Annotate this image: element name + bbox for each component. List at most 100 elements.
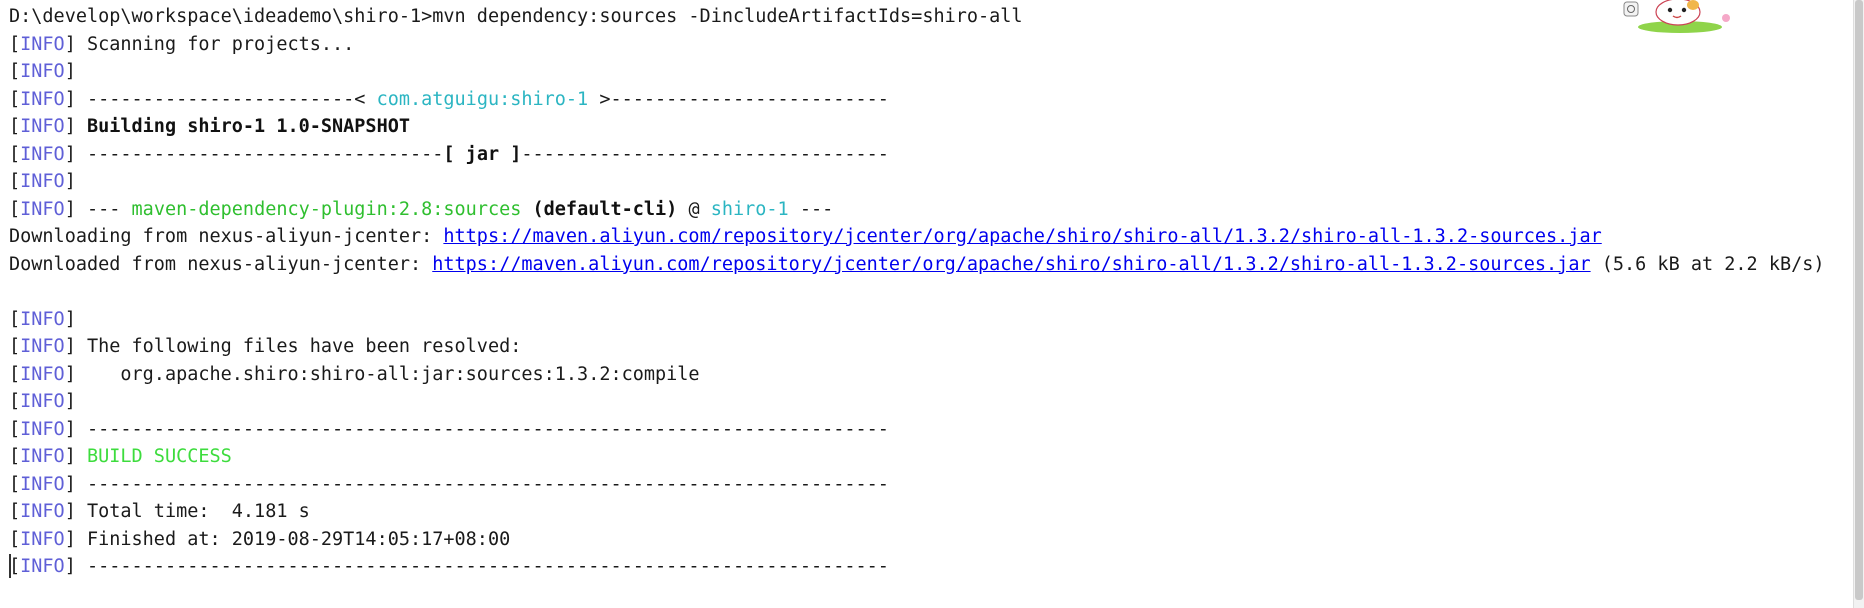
resolved-artifact: org.apache.shiro:shiro-all:jar:sources:1…	[86, 363, 700, 385]
log-line: [INFO] Building shiro-1 1.0-SNAPSHOT	[9, 113, 1851, 141]
info-bracket: [	[9, 88, 21, 110]
building-text: Building shiro-1 1.0-SNAPSHOT	[86, 116, 410, 137]
info-tag: INFO	[20, 336, 65, 357]
info-bracket: [	[9, 501, 21, 522]
plugin-dashes: ---	[788, 198, 834, 220]
info-bracket: [	[9, 116, 21, 137]
project-coordinate: com.atguigu:shiro-1	[376, 88, 589, 110]
download-stats: (5.6 kB at 2.2 kB/s)	[1590, 253, 1825, 275]
download-line: Downloading from nexus-aliyun-jcenter: h…	[9, 223, 1851, 251]
info-tag: INFO	[20, 391, 65, 412]
download-prefix: Downloading from nexus-aliyun-jcenter:	[9, 226, 444, 247]
info-tag: INFO	[20, 116, 65, 137]
info-bracket: ]	[64, 198, 76, 220]
separator-right: >-------------------------	[588, 88, 889, 110]
info-bracket: [	[9, 143, 21, 165]
plugin-name: maven-dependency-plugin:2.8:sources	[131, 198, 522, 220]
info-bracket: ]	[64, 556, 76, 577]
info-tag: INFO	[20, 363, 65, 385]
info-bracket: ]	[64, 308, 76, 330]
log-line: [INFO] The following files have been res…	[9, 333, 1851, 361]
info-bracket: ]	[64, 363, 76, 385]
info-bracket: ]	[64, 528, 76, 550]
prompt: D:\develop\workspace\ideademo\shiro-1>	[9, 6, 433, 27]
info-bracket: [	[9, 308, 21, 330]
log-line: [INFO]	[9, 306, 1851, 334]
info-tag: INFO	[20, 61, 65, 82]
plugin-project: shiro-1	[710, 198, 789, 220]
execution-id: (default-cli)	[521, 198, 678, 220]
info-tag: INFO	[20, 556, 65, 577]
log-line: [INFO] Scanning for projects...	[9, 31, 1851, 59]
separator: ----------------------------------------…	[86, 418, 889, 440]
info-tag: INFO	[20, 143, 65, 165]
info-bracket: [	[9, 446, 21, 467]
info-tag: INFO	[20, 171, 65, 192]
info-bracket: [	[9, 198, 21, 220]
info-bracket: ]	[64, 391, 76, 412]
log-line: [INFO]	[9, 168, 1851, 196]
info-bracket: [	[9, 336, 21, 357]
info-bracket: [	[9, 391, 21, 412]
separator-right: ---------------------------------	[521, 143, 889, 165]
log-line: [INFO]	[9, 388, 1851, 416]
mascot-sticker-icon	[1623, 0, 1730, 33]
info-tag: INFO	[20, 501, 65, 522]
log-line: [INFO] BUILD SUCCESS	[9, 443, 1851, 471]
command-line: D:\develop\workspace\ideademo\shiro-1>mv…	[9, 3, 1851, 31]
log-line: [INFO] org.apache.shiro:shiro-all:jar:so…	[9, 361, 1851, 389]
info-bracket: [	[9, 363, 21, 385]
downloaded-link[interactable]: https://maven.aliyun.com/repository/jcen…	[432, 254, 1590, 275]
info-bracket: [	[9, 473, 21, 495]
info-tag: INFO	[20, 198, 65, 220]
plugin-dashes: ---	[86, 198, 132, 220]
terminal-output[interactable]: D:\develop\workspace\ideademo\shiro-1>mv…	[9, 3, 1851, 581]
text-cursor	[9, 554, 11, 578]
info-bracket: ]	[64, 171, 76, 192]
info-tag: INFO	[20, 446, 65, 467]
info-bracket: ]	[64, 473, 76, 495]
build-status: BUILD SUCCESS	[86, 446, 232, 467]
info-bracket: ]	[64, 116, 76, 137]
info-tag: INFO	[20, 473, 65, 495]
log-line: [INFO] --------------------------------[…	[9, 141, 1851, 169]
log-line: [INFO] --- maven-dependency-plugin:2.8:s…	[9, 196, 1851, 224]
vertical-scrollbar[interactable]	[1853, 0, 1864, 608]
info-bracket: [	[9, 528, 21, 550]
info-tag: INFO	[20, 33, 65, 55]
info-tag: INFO	[20, 88, 65, 110]
command-text: mvn dependency:sources -DincludeArtifact…	[432, 6, 1023, 27]
log-line: [INFO] ---------------------------------…	[9, 471, 1851, 499]
download-link[interactable]: https://maven.aliyun.com/repository/jcen…	[443, 226, 1601, 247]
log-line: [INFO]	[9, 58, 1851, 86]
log-line: [INFO] Total time: 4.181 s	[9, 498, 1851, 526]
info-bracket: ]	[64, 33, 76, 55]
log-line: [INFO] ------------------------< com.atg…	[9, 86, 1851, 114]
separator: ----------------------------------------…	[86, 473, 889, 495]
log-line: [INFO] ---------------------------------…	[9, 553, 1851, 581]
info-bracket: ]	[64, 418, 76, 440]
download-line: Downloaded from nexus-aliyun-jcenter: ht…	[9, 251, 1851, 279]
total-time: Total time: 4.181 s	[86, 501, 310, 522]
scrollbar-thumb[interactable]	[1855, 0, 1863, 600]
log-line: [INFO] Finished at: 2019-08-29T14:05:17+…	[9, 526, 1851, 554]
at-sign: @	[677, 198, 711, 220]
info-bracket: ]	[64, 88, 76, 110]
info-bracket: [	[9, 171, 21, 192]
info-bracket: ]	[64, 143, 76, 165]
info-bracket: ]	[64, 336, 76, 357]
info-tag: INFO	[20, 418, 65, 440]
info-tag: INFO	[20, 528, 65, 550]
download-prefix: Downloaded from nexus-aliyun-jcenter:	[9, 253, 433, 275]
packaging-label: [ jar ]	[443, 143, 522, 165]
separator: ----------------------------------------…	[86, 556, 889, 577]
info-bracket: [	[9, 61, 21, 82]
info-bracket: ]	[64, 501, 76, 522]
separator-left: --------------------------------	[86, 143, 444, 165]
info-bracket: ]	[64, 61, 76, 82]
log-line: [INFO] ---------------------------------…	[9, 416, 1851, 444]
info-tag: INFO	[20, 308, 65, 330]
info-bracket: [	[9, 418, 21, 440]
finished-at: Finished at: 2019-08-29T14:05:17+08:00	[86, 528, 511, 550]
